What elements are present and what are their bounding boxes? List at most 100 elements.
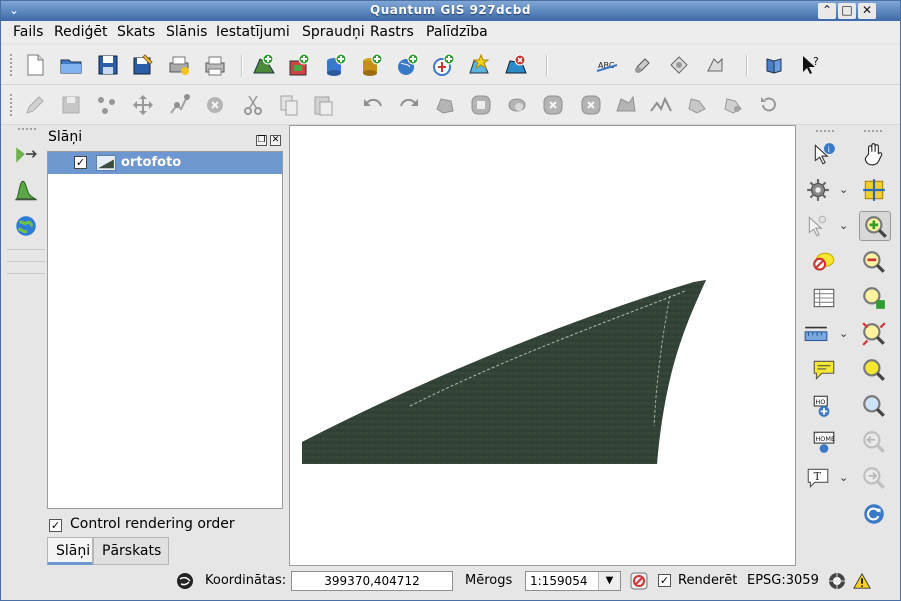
save-edits-icon[interactable] [59,93,83,117]
georeferencer-icon[interactable] [13,141,39,167]
add-wfs-layer-icon[interactable] [432,53,456,77]
globe-icon[interactable] [13,213,39,239]
reshape-icon[interactable] [613,93,637,117]
simplify-icon[interactable] [433,93,457,117]
measure-icon[interactable] [803,321,829,347]
add-ring-icon[interactable] [469,93,493,117]
menu-rediget[interactable]: Rediģēt [54,24,107,40]
add-raster-layer-icon[interactable] [288,53,312,77]
print-icon[interactable] [203,53,227,77]
add-vector-layer-icon[interactable] [252,53,276,77]
control-rendering-order[interactable]: ✓ Control rendering order [49,516,235,532]
plugin-icon[interactable] [631,53,655,77]
layer-item-ortofoto[interactable]: ✓ ortofoto [48,152,282,174]
pencil-icon[interactable] [23,93,47,117]
show-bookmarks-icon[interactable]: HOME [811,429,837,455]
map-canvas[interactable] [289,125,796,566]
tab-parskats[interactable]: Pārskats [93,537,169,565]
add-island-icon[interactable] [505,93,529,117]
refresh-icon[interactable] [861,501,887,527]
histogram-icon[interactable] [13,177,39,203]
close-window-icon[interactable]: ✕ [858,3,876,19]
remove-layer-icon[interactable] [504,53,528,77]
toolbar-grip[interactable] [9,53,13,77]
rotate-point-icon[interactable] [757,93,781,117]
coordinate-capture-icon[interactable] [175,571,195,591]
save-as-icon[interactable] [131,53,155,77]
zoom-in-tool[interactable] [859,211,891,241]
plugin-icon-3[interactable] [703,53,727,77]
map-tips-icon[interactable] [811,357,837,383]
menu-fails[interactable]: Fails [13,24,43,40]
zoom-forward-icon[interactable] [861,465,887,491]
zoom-out-icon[interactable] [861,249,887,275]
move-feature-icon[interactable] [131,93,155,117]
new-vector-layer-icon[interactable] [468,53,492,77]
menu-iestatijumi[interactable]: Iestatījumi [216,24,290,40]
split-features-icon[interactable] [649,93,673,117]
paste-icon[interactable] [311,93,335,117]
chevron-down-icon[interactable]: ⌄ [839,219,849,232]
node-tool-icon[interactable] [167,93,191,117]
menu-palidziba[interactable]: Palīdzība [426,24,488,40]
undo-icon[interactable] [361,93,385,117]
add-spatialite-layer-icon[interactable] [360,53,384,77]
zoom-back-icon[interactable] [861,429,887,455]
deselect-icon[interactable] [811,249,837,275]
select-icon[interactable] [805,213,831,239]
menu-skats[interactable]: Skats [117,24,155,40]
zoom-selection-icon[interactable] [861,357,887,383]
merge-attributes-icon[interactable] [721,93,745,117]
plugin-icon-2[interactable] [667,53,691,77]
float-panel-icon[interactable]: ❐ [256,135,267,146]
identify-icon[interactable]: i [811,141,837,167]
chevron-down-icon[interactable]: ⌄ [839,327,849,340]
capture-point-icon[interactable] [95,93,119,117]
chevron-down-icon[interactable]: ▼ [598,572,620,590]
save-project-icon[interactable] [96,53,120,77]
zoom-full-icon[interactable] [861,321,887,347]
zoom-layer-icon[interactable] [861,285,887,311]
crs-label[interactable]: EPSG:3059 [747,573,819,588]
tool-grip[interactable] [863,129,883,133]
text-annotation-icon[interactable]: T [805,465,831,491]
help-book-icon[interactable] [763,53,787,77]
layer-list[interactable]: ✓ ortofoto [47,151,283,509]
strip-grip[interactable] [17,127,37,131]
scale-combo[interactable]: 1:159054 ▼ [525,571,621,591]
chevron-down-icon[interactable]: ⌄ [839,471,849,484]
zoom-next-icon[interactable] [861,177,887,203]
control-rendering-checkbox[interactable]: ✓ [49,519,62,532]
whats-this-icon[interactable]: ? [799,53,823,77]
warning-icon[interactable] [853,572,871,590]
new-project-icon[interactable] [23,53,47,77]
pan-icon[interactable] [861,141,887,167]
cut-icon[interactable] [241,93,265,117]
attribute-table-icon[interactable] [811,285,837,311]
tab-slani[interactable]: Slāņi [47,537,93,565]
menu-rastrs[interactable]: Rastrs [370,24,414,40]
crs-status-icon[interactable] [827,571,847,591]
gear-icon[interactable] [805,177,831,203]
layer-visibility-checkbox[interactable]: ✓ [74,156,87,169]
abc-label-icon[interactable]: ABC [595,53,619,77]
minimize-icon[interactable]: ⌃ [818,3,836,19]
chevron-down-icon[interactable]: ⌄ [839,183,849,196]
add-postgis-layer-icon[interactable] [324,53,348,77]
redo-icon[interactable] [397,93,421,117]
add-wms-layer-icon[interactable] [396,53,420,77]
maximize-icon[interactable]: □ [838,3,856,19]
tool-grip[interactable] [815,129,835,133]
coordinates-field[interactable]: 399370,404712 [291,571,453,591]
menu-slanis[interactable]: Slānis [166,24,207,40]
merge-features-icon[interactable] [685,93,709,117]
new-bookmark-icon[interactable]: HO [811,393,837,419]
copy-icon[interactable] [277,93,301,117]
toolbar-grip[interactable] [9,93,13,117]
menu-spraudni[interactable]: Spraudņi [302,24,365,40]
render-checkbox[interactable]: ✓ [658,574,671,587]
delete-part-icon[interactable] [579,93,603,117]
open-project-icon[interactable] [59,53,83,77]
print-composer-icon[interactable] [167,53,191,77]
stop-rendering-icon[interactable] [629,571,649,591]
